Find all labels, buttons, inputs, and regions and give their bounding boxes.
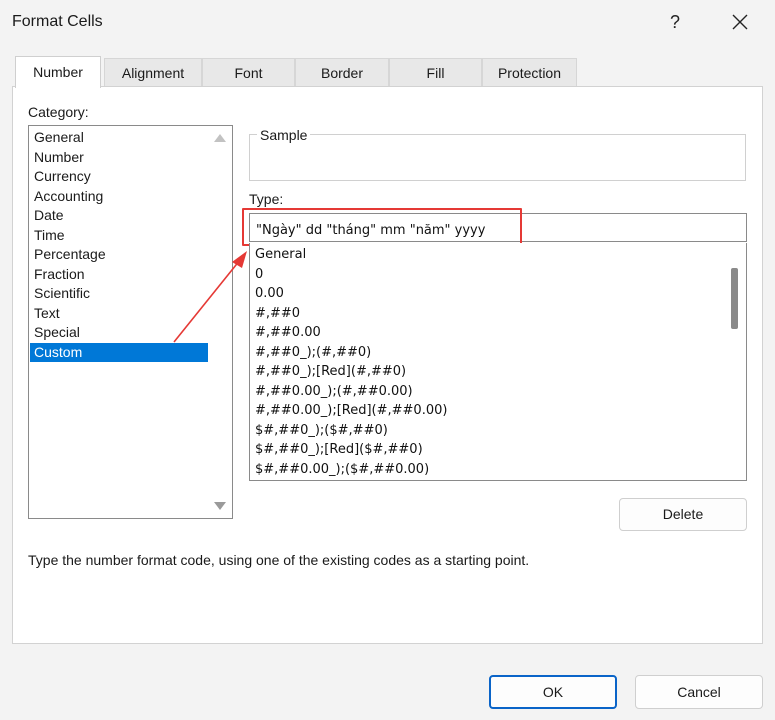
category-scrollbar[interactable] <box>208 126 232 518</box>
format-item[interactable]: 0.00 <box>255 284 284 304</box>
format-item[interactable]: 0 <box>255 265 263 285</box>
tab-number[interactable]: Number <box>15 56 101 88</box>
format-item[interactable]: #,##0 <box>255 304 300 324</box>
category-item-time[interactable]: Time <box>30 226 208 246</box>
tab-alignment[interactable]: Alignment <box>104 58 202 86</box>
format-item[interactable]: #,##0.00_);[Red](#,##0.00) <box>255 401 447 421</box>
category-item-general[interactable]: General <box>30 128 208 148</box>
category-item-scientific[interactable]: Scientific <box>30 284 208 304</box>
format-item[interactable]: $#,##0_);[Red]($#,##0) <box>255 440 423 460</box>
category-item-percentage[interactable]: Percentage <box>30 245 208 265</box>
ok-button[interactable]: OK <box>489 675 617 709</box>
category-item-currency[interactable]: Currency <box>30 167 208 187</box>
help-button[interactable]: ? <box>660 6 690 38</box>
type-input[interactable] <box>249 213 747 242</box>
format-item[interactable]: #,##0.00_);(#,##0.00) <box>255 382 413 402</box>
category-item-accounting[interactable]: Accounting <box>30 187 208 207</box>
delete-button[interactable]: Delete <box>619 498 747 531</box>
category-label: Category: <box>28 104 89 120</box>
type-label: Type: <box>249 191 284 207</box>
sample-group <box>249 134 746 181</box>
hint-text: Type the number format code, using one o… <box>28 552 530 568</box>
format-code-list[interactable]: General 0 0.00 #,##0 #,##0.00 #,##0_);(#… <box>249 243 747 481</box>
sample-label: Sample <box>257 127 311 143</box>
title-bar: Format Cells ? <box>0 0 775 44</box>
scroll-up-icon[interactable] <box>214 134 226 142</box>
cancel-button[interactable]: Cancel <box>635 675 763 709</box>
format-item[interactable]: #,##0.00 <box>255 323 321 343</box>
scroll-down-icon[interactable] <box>214 502 226 510</box>
category-item-fraction[interactable]: Fraction <box>30 265 208 285</box>
dialog-title: Format Cells <box>12 13 103 30</box>
format-list-scroll-thumb[interactable] <box>731 268 738 329</box>
format-item[interactable]: $#,##0.00_);($#,##0.00) <box>255 460 429 480</box>
category-item-text[interactable]: Text <box>30 304 208 324</box>
close-icon <box>732 14 748 30</box>
format-item[interactable]: $#,##0_);($#,##0) <box>255 421 388 441</box>
category-item-number[interactable]: Number <box>30 148 208 168</box>
tab-fill[interactable]: Fill <box>389 58 482 86</box>
category-list[interactable]: General Number Currency Accounting Date … <box>28 125 233 519</box>
format-item[interactable]: #,##0_);[Red](#,##0) <box>255 362 406 382</box>
category-item-date[interactable]: Date <box>30 206 208 226</box>
tab-font[interactable]: Font <box>202 58 295 86</box>
format-item[interactable]: #,##0_);(#,##0) <box>255 343 371 363</box>
close-button[interactable] <box>722 6 758 38</box>
category-item-custom[interactable]: Custom <box>30 342 208 362</box>
tab-protection[interactable]: Protection <box>482 58 577 86</box>
tab-border[interactable]: Border <box>295 58 389 86</box>
category-item-special[interactable]: Special <box>30 323 208 343</box>
format-item[interactable]: General <box>255 245 306 265</box>
